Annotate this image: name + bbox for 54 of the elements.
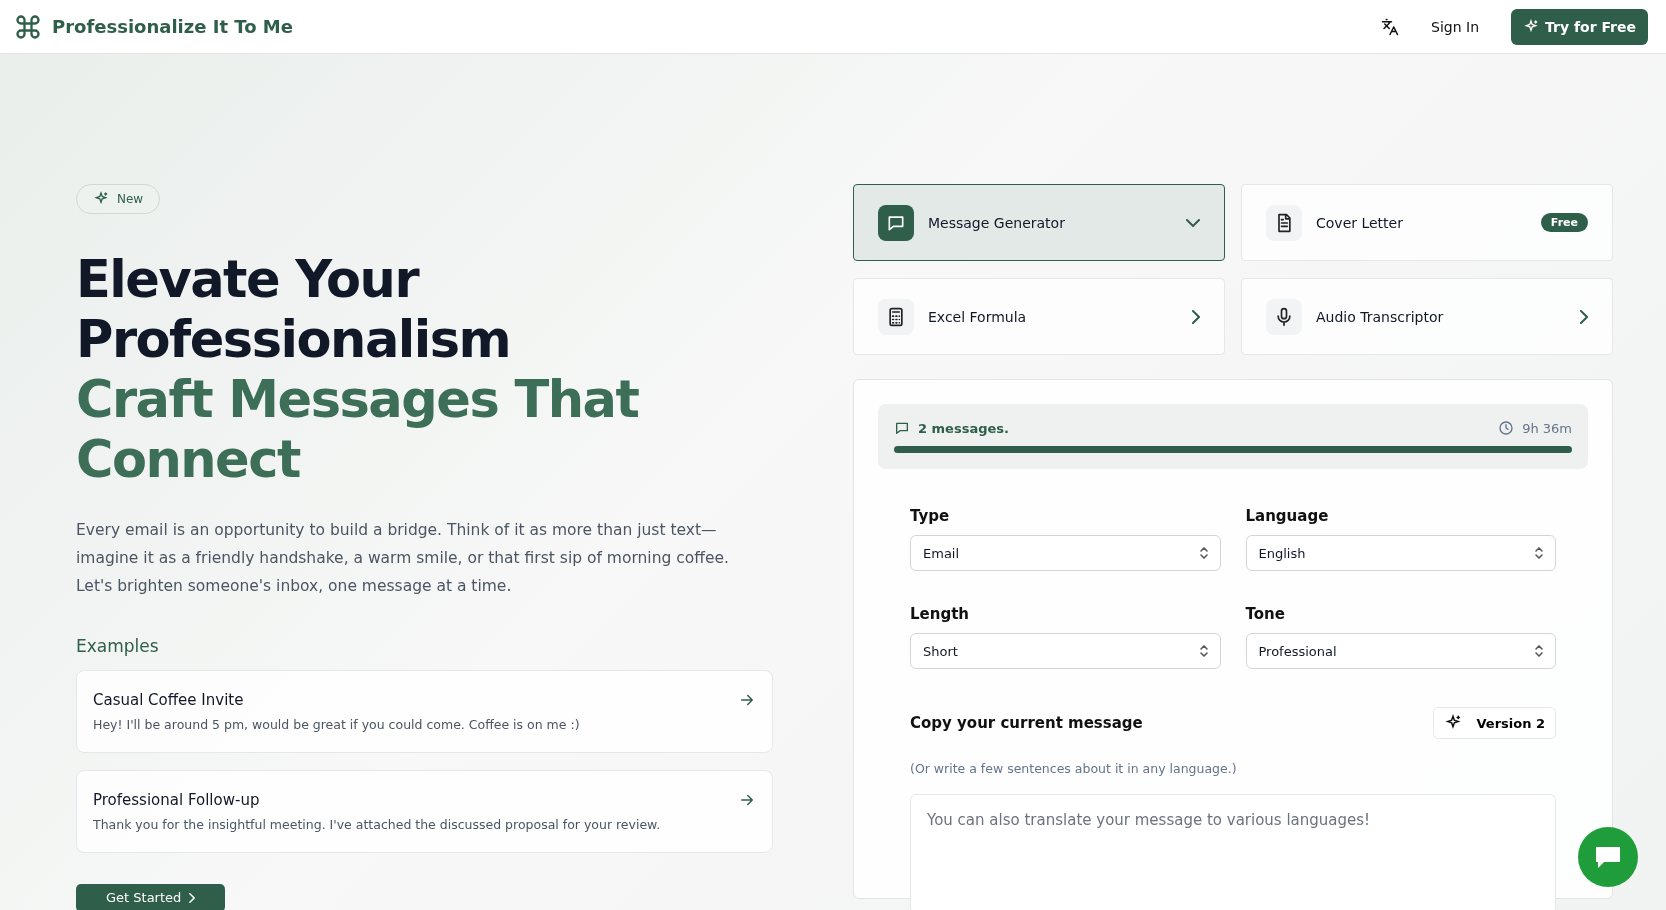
example-title: Professional Follow-up	[93, 791, 261, 809]
translate-icon[interactable]	[1381, 17, 1400, 36]
select-field[interactable]: Professional	[1245, 633, 1556, 669]
chat-bubble-icon	[894, 420, 910, 436]
example-card[interactable]: Casual Coffee Invite Hey! I'll be around 5 pm, would be great if you could come. Coffee is on me :)	[76, 670, 773, 753]
headline: Elevate Your	[76, 250, 420, 310]
headline: Professionalism	[76, 310, 512, 370]
up-down-chevron-icon	[1199, 645, 1208, 657]
microphone-icon	[1266, 298, 1302, 335]
accent-headline: Craft Messages That	[76, 370, 639, 430]
example-title: Casual Coffee Invite	[93, 691, 245, 709]
field-label: Type	[910, 507, 951, 525]
example-card[interactable]: Professional Follow-up Thank you for the insightful meeting. I've attached the discussed proposal for your review.	[76, 770, 773, 853]
select-field[interactable]: Short	[910, 633, 1221, 669]
hint-text: (Or write a few sentences about it in any language.)	[910, 761, 1238, 776]
document-icon	[1266, 204, 1302, 241]
tool-card[interactable]: Cover Letter Free	[1241, 184, 1613, 261]
up-down-chevron-icon	[1535, 645, 1543, 657]
chevron-right-icon	[1580, 309, 1588, 324]
try-for-free-button[interactable]: Try for Free	[1511, 8, 1648, 45]
new-badge: New	[76, 184, 161, 214]
version-button[interactable]: Version 2	[1433, 707, 1556, 739]
tool-card[interactable]: Message Generator	[853, 184, 1225, 261]
message-count: 2 messages.	[918, 420, 1009, 436]
chevron-right-icon	[189, 892, 196, 903]
chat-bubble-icon	[878, 204, 914, 241]
up-down-chevron-icon	[1535, 547, 1543, 559]
message-label: Copy your current message	[910, 714, 1143, 732]
chevron-right-icon	[1192, 309, 1200, 324]
clock-icon	[1498, 420, 1515, 436]
time-remaining: 9h 36m	[1522, 420, 1572, 436]
accent-headline: Connect	[76, 430, 302, 490]
command-logo-icon	[14, 12, 42, 41]
get-started-button[interactable]: Get Started	[76, 884, 226, 910]
message-input[interactable]: You can also translate your message to various languages!	[910, 794, 1556, 910]
free-badge: Free	[1540, 213, 1588, 232]
field-label: Language	[1245, 507, 1330, 525]
up-down-chevron-icon	[1199, 547, 1208, 559]
tool-card[interactable]: Audio Transcriptor	[1241, 278, 1613, 355]
select-field[interactable]: English	[1245, 535, 1556, 571]
sign-in-button[interactable]: Sign In	[1421, 10, 1490, 43]
chat-button[interactable]	[1578, 827, 1638, 887]
examples-heading: Examples	[76, 636, 159, 656]
field-label: Tone	[1245, 605, 1286, 623]
select-field[interactable]: Email	[910, 535, 1221, 571]
speech-bubble-icon	[1596, 846, 1620, 868]
tool-card[interactable]: Excel Formula	[853, 278, 1225, 355]
field-label: Length	[910, 605, 970, 623]
example-text: Hey! I'll be around 5 pm, would be great if you could come. Coffee is on me :)	[93, 717, 580, 732]
description: Every email is an opportunity to build a bridge. Think of it as more than just text—imagine it as a friendly handshake, a warm smile, or that first sip of morning coffee. Let's brighten someone's inbox, one message at a time.	[76, 520, 730, 597]
calculator-icon	[878, 298, 914, 335]
brand-name[interactable]: Professionalize It To Me	[52, 16, 293, 37]
example-text: Thank you for the insightful meeting. I've attached the discussed proposal for your review.	[93, 817, 661, 832]
chevron-down-icon	[1186, 218, 1200, 227]
